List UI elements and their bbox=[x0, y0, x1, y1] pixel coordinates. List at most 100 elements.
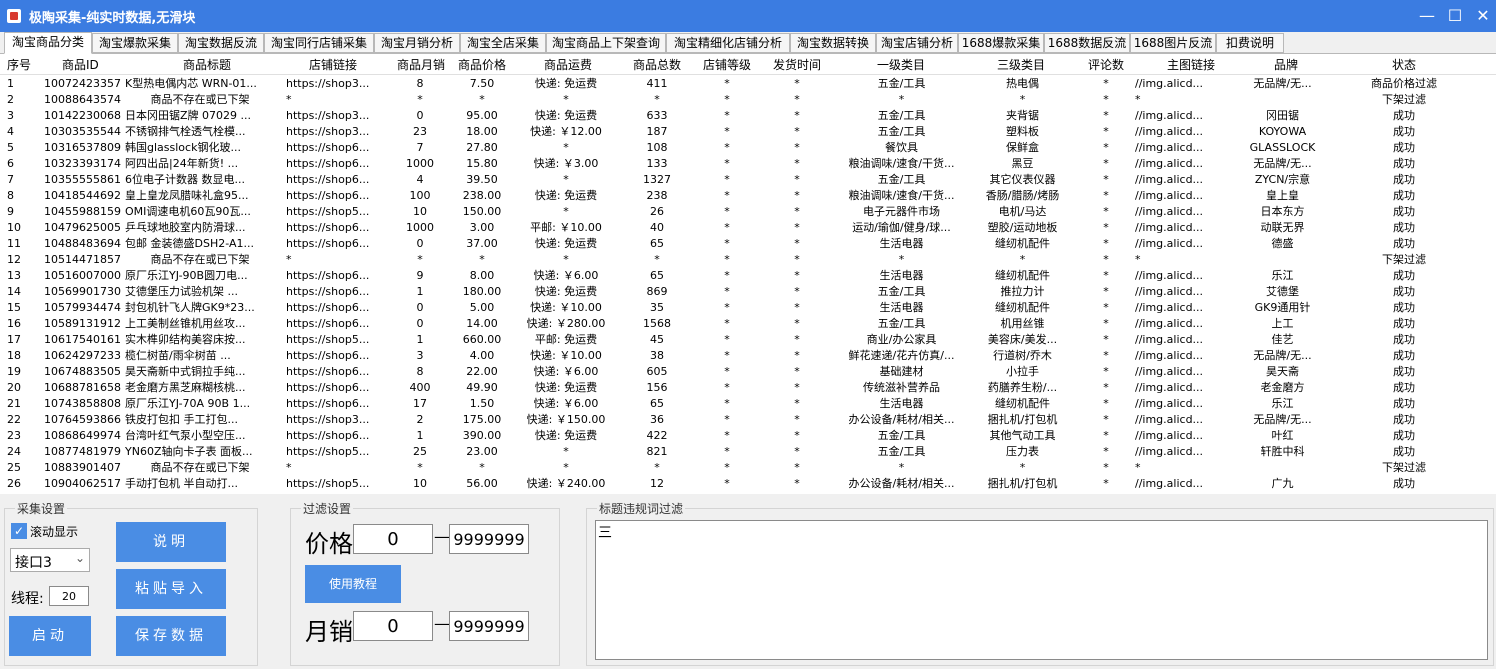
results-table[interactable]: 序号 商品ID 商品标题 店铺链接 商品月销 商品价格 商品运费 商品总数 店铺等级 发货时间 一级… bbox=[0, 54, 1496, 494]
threads-input[interactable] bbox=[49, 586, 89, 606]
sales-max-input[interactable] bbox=[449, 611, 529, 641]
table-row[interactable]: 14 10569901730 艾德堡压力试验机架 ... https://shop6.… bbox=[0, 284, 1496, 300]
table-cell: 成功 bbox=[1393, 205, 1415, 218]
table-row[interactable]: 15 10579934474 封包机针飞人牌GK9*23... https://sho… bbox=[0, 300, 1496, 316]
interface-select[interactable]: 接口3 ⌄ bbox=[10, 548, 90, 572]
column-header[interactable]: 商品总数 bbox=[633, 56, 681, 73]
table-cell: 平邮: 免运费 bbox=[534, 333, 598, 346]
column-header[interactable]: 序号 bbox=[7, 56, 31, 73]
table-row[interactable]: 22 10764593866 铁皮打包扣 手工打包... https://shop3.… bbox=[0, 412, 1496, 428]
tab-1[interactable]: 淘宝爆款采集 bbox=[92, 33, 178, 53]
table-cell: * bbox=[794, 285, 800, 298]
table-cell: 13 bbox=[7, 269, 21, 282]
table-row[interactable]: 2 10088643574 商品不存在或已下架 * * * * * * * * * * * 下架过滤 bbox=[0, 92, 1496, 108]
column-header[interactable]: 三级类目 bbox=[997, 56, 1045, 73]
table-cell: * bbox=[794, 381, 800, 394]
banned-words-textarea[interactable]: 三 bbox=[595, 520, 1488, 660]
table-row[interactable]: 9 10455988159 OMI调速电机60瓦90瓦... https://shop… bbox=[0, 204, 1496, 220]
table-row[interactable]: 3 10142230068 日本冈田锯Z牌 07029 ... https://sho… bbox=[0, 108, 1496, 124]
column-header[interactable]: 一级类目 bbox=[877, 56, 925, 73]
save-data-button[interactable]: 保存数据 bbox=[116, 616, 226, 656]
table-cell: * bbox=[1135, 461, 1141, 474]
table-row[interactable]: 8 10418544692 皇上皇龙凤腊味礼盒95... https://shop6.… bbox=[0, 188, 1496, 204]
column-header[interactable]: 店铺链接 bbox=[309, 56, 357, 73]
table-cell: https://shop6... bbox=[286, 349, 370, 362]
tab-6[interactable]: 淘宝商品上下架查询 bbox=[546, 33, 666, 53]
table-row[interactable]: 18 10624297233 榄仁树苗/雨伞树苗 ... https://shop6.… bbox=[0, 348, 1496, 364]
table-row[interactable]: 5 10316537809 韩国glasslock钢化玻... https://sho… bbox=[0, 140, 1496, 156]
tab-11[interactable]: 1688数据反流 bbox=[1044, 33, 1130, 53]
price-max-input[interactable] bbox=[449, 524, 529, 554]
column-header[interactable]: 商品月销 bbox=[397, 56, 445, 73]
minimize-icon[interactable]: — bbox=[1412, 3, 1442, 29]
tab-3[interactable]: 淘宝同行店铺采集 bbox=[264, 33, 374, 53]
tab-9[interactable]: 淘宝店铺分析 bbox=[876, 33, 958, 53]
column-header[interactable]: 店铺等级 bbox=[703, 56, 751, 73]
table-cell: * bbox=[563, 93, 569, 106]
price-min-input[interactable] bbox=[353, 524, 433, 554]
table-row[interactable]: 20 10688781658 老金磨方黑芝麻糊核桃... https://shop6.… bbox=[0, 380, 1496, 396]
table-row[interactable]: 21 10743858808 原厂乐江YJ-70A 90B 1... https://… bbox=[0, 396, 1496, 412]
table-cell: 5 bbox=[7, 141, 14, 154]
tab-0[interactable]: 淘宝商品分类 bbox=[4, 32, 92, 54]
table-cell: https://shop6... bbox=[286, 141, 370, 154]
sales-min-input[interactable] bbox=[353, 611, 433, 641]
table-row[interactable]: 12 10514471857 商品不存在或已下架 * * * * * * * * * * * 下架过滤 bbox=[0, 252, 1496, 268]
table-row[interactable]: 11 10488483694 包邮 金装德盛DSH2-A1... https://sh… bbox=[0, 236, 1496, 252]
column-header[interactable]: 主图链接 bbox=[1167, 56, 1215, 73]
table-row[interactable]: 19 10674883505 昊天斋新中式铜拉手纯... https://shop6.… bbox=[0, 364, 1496, 380]
table-cell: 3 bbox=[7, 109, 14, 122]
column-header[interactable]: 品牌 bbox=[1274, 56, 1298, 73]
table-cell: https://shop6... bbox=[286, 381, 370, 394]
table-cell: 390.00 bbox=[462, 429, 502, 442]
maximize-icon[interactable]: ☐ bbox=[1440, 3, 1470, 29]
table-cell: 23 bbox=[7, 429, 21, 442]
table-row[interactable]: 26 10904062517 手动打包机 半自动打... https://shop5.… bbox=[0, 476, 1496, 492]
table-cell: 上工美制丝锥机用丝攻... bbox=[125, 317, 246, 330]
table-cell: //img.alicd... bbox=[1135, 397, 1204, 410]
column-header[interactable]: 商品标题 bbox=[183, 56, 231, 73]
column-header[interactable]: 发货时间 bbox=[773, 56, 821, 73]
table-row[interactable]: 23 10868649974 台湾叶红气泵小型空压... https://shop6.… bbox=[0, 428, 1496, 444]
table-cell: * bbox=[1103, 349, 1109, 362]
table-row[interactable]: 1 10072423357 K型热电偶内芯 WRN-01... https://sho… bbox=[0, 76, 1496, 92]
tab-12[interactable]: 1688图片反流 bbox=[1130, 33, 1216, 53]
table-cell: 156 bbox=[646, 381, 668, 394]
help-button[interactable]: 说明 bbox=[116, 522, 226, 562]
table-cell: //img.alicd... bbox=[1135, 125, 1204, 138]
table-row[interactable]: 25 10883901407 商品不存在或已下架 * * * * * * * * * * * 下架过滤 bbox=[0, 460, 1496, 476]
tutorial-button[interactable]: 使用教程 bbox=[305, 565, 401, 603]
table-cell: 成功 bbox=[1393, 413, 1415, 426]
table-row[interactable]: 24 10877481979 YN60Z轴向卡子表 面板... https://sho… bbox=[0, 444, 1496, 460]
column-header[interactable]: 商品价格 bbox=[458, 56, 506, 73]
column-header[interactable]: 商品ID bbox=[62, 56, 99, 73]
table-row[interactable]: 13 10516007000 原厂乐江YJ-90B圆刀电... https://sho… bbox=[0, 268, 1496, 284]
table-row[interactable]: 4 10303535544 不锈钢排气栓透气栓模... https://shop3..… bbox=[0, 124, 1496, 140]
tab-10[interactable]: 1688爆款采集 bbox=[958, 33, 1044, 53]
paste-import-button[interactable]: 粘贴导入 bbox=[116, 569, 226, 609]
table-row[interactable]: 6 10323393174 阿四出品|24年新货! ... https://shop6… bbox=[0, 156, 1496, 172]
close-icon[interactable]: ✕ bbox=[1468, 3, 1496, 29]
table-cell: 1 bbox=[416, 333, 424, 346]
table-cell: 榄仁树苗/雨伞树苗 ... bbox=[125, 349, 231, 362]
scroll-display-checkbox[interactable]: ✓ bbox=[11, 523, 27, 539]
column-header[interactable]: 状态 bbox=[1392, 56, 1416, 73]
table-row[interactable]: 16 10589131912 上工美制丝锥机用丝攻... https://shop6.… bbox=[0, 316, 1496, 332]
tab-8[interactable]: 淘宝数据转换 bbox=[790, 33, 876, 53]
table-row[interactable]: 10 10479625005 乒乓球地胶室内防滑球... https://shop6.… bbox=[0, 220, 1496, 236]
table-row[interactable]: 17 10617540161 实木榫卯结构美容床按... https://shop5.… bbox=[0, 332, 1496, 348]
tab-13[interactable]: 扣费说明 bbox=[1216, 33, 1284, 53]
table-cell: 10488483694 bbox=[44, 237, 121, 250]
table-cell: https://shop5... bbox=[286, 477, 370, 490]
tab-5[interactable]: 淘宝全店采集 bbox=[460, 33, 546, 53]
column-header[interactable]: 商品运费 bbox=[544, 56, 592, 73]
table-cell: 手动打包机 半自动打... bbox=[125, 477, 238, 490]
tab-4[interactable]: 淘宝月销分析 bbox=[374, 33, 460, 53]
table-cell: 7.50 bbox=[469, 77, 495, 90]
tab-7[interactable]: 淘宝精细化店铺分析 bbox=[666, 33, 790, 53]
tab-2[interactable]: 淘宝数据反流 bbox=[178, 33, 264, 53]
table-row[interactable]: 7 10355555861 6位电子计数器 数显电... https://shop6.… bbox=[0, 172, 1496, 188]
start-button[interactable]: 启动 bbox=[9, 616, 91, 656]
column-header[interactable]: 评论数 bbox=[1088, 56, 1124, 73]
threads-label: 线程: bbox=[11, 591, 44, 607]
